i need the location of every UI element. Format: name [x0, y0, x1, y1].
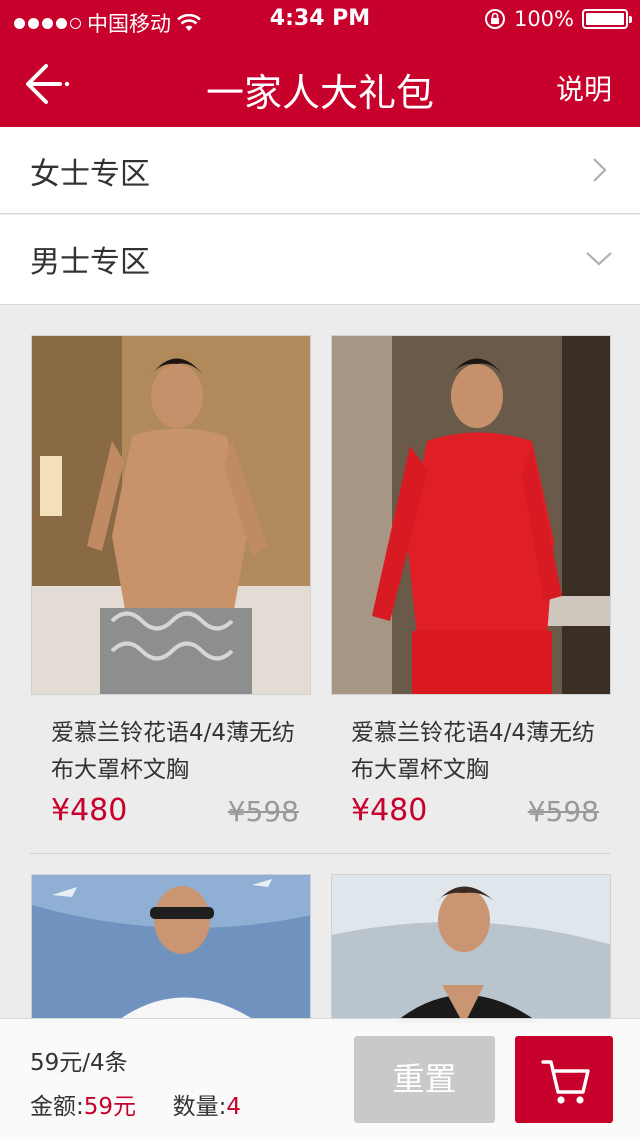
- product-card[interactable]: 爱慕兰铃花语4/4薄无纺布大罩杯文胸 ¥480 ¥598: [331, 335, 611, 833]
- section-men-label: 男士专区: [30, 245, 150, 280]
- count-value: 4: [226, 1094, 241, 1120]
- reset-button[interactable]: 重置: [354, 1036, 495, 1123]
- nav-bar: 一家人大礼包 说明: [0, 40, 640, 127]
- battery-percent: 100%: [513, 7, 574, 31]
- section-men[interactable]: 男士专区: [0, 215, 640, 305]
- page-title: 一家人大礼包: [205, 71, 434, 115]
- product-image: [31, 874, 311, 1024]
- amount-label: 金额:: [30, 1094, 84, 1120]
- row-divider: [30, 853, 610, 854]
- product-original-price: ¥598: [227, 795, 299, 828]
- product-card[interactable]: [331, 874, 611, 1024]
- product-original-price: ¥598: [527, 795, 599, 828]
- help-button[interactable]: 说明: [556, 68, 612, 108]
- chevron-right-icon: [593, 158, 607, 182]
- amount-value: 59元: [83, 1094, 137, 1120]
- bottom-bar: 59元/4条 金额:59元 数量:4 重置: [0, 1018, 640, 1137]
- product-price: ¥480: [51, 793, 128, 828]
- cart-icon: [541, 1060, 590, 1104]
- section-women[interactable]: 女士专区: [0, 127, 640, 214]
- product-prices: ¥480 ¥598: [331, 793, 611, 833]
- status-right: 100%: [484, 7, 632, 31]
- package-summary: 59元/4条: [30, 1050, 128, 1076]
- product-price: ¥480: [351, 793, 428, 828]
- count-label: 数量:: [172, 1094, 227, 1120]
- cart-button[interactable]: [515, 1036, 613, 1123]
- status-bar: 中国移动 4:34 PM 100%: [0, 0, 640, 40]
- section-women-label: 女士专区: [30, 157, 150, 192]
- product-prices: ¥480 ¥598: [31, 793, 311, 833]
- product-card[interactable]: [31, 874, 311, 1024]
- product-image: [331, 874, 611, 1024]
- product-card[interactable]: 爱慕兰铃花语4/4薄无纺布大罩杯文胸 ¥480 ¥598: [31, 335, 311, 833]
- amount-info: 金额:59元 数量:4: [30, 1087, 241, 1121]
- battery-icon: [582, 9, 632, 29]
- chevron-down-icon: [586, 252, 612, 266]
- product-image: [331, 335, 611, 695]
- rotation-lock-icon: [484, 9, 505, 29]
- product-image: [31, 335, 311, 695]
- product-name: 爱慕兰铃花语4/4薄无纺布大罩杯文胸: [51, 720, 296, 783]
- product-name: 爱慕兰铃花语4/4薄无纺布大罩杯文胸: [351, 720, 596, 783]
